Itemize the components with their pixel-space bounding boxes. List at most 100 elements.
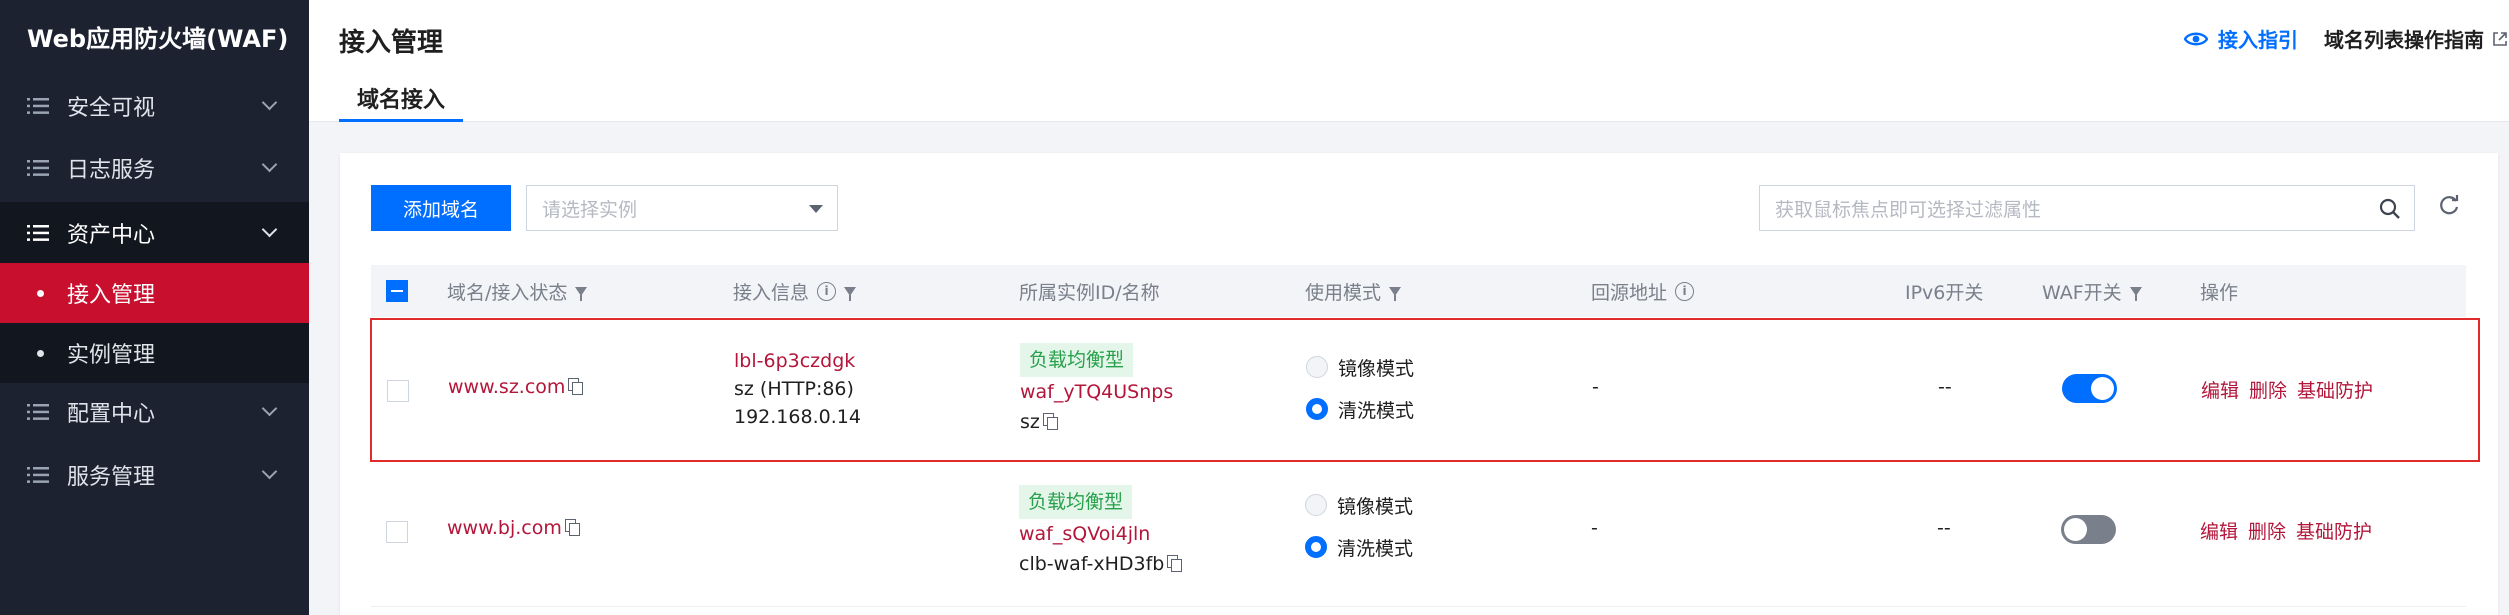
mode-radio-clean[interactable]: 清洗模式 [1305, 533, 1413, 561]
chevron-down-icon [261, 156, 278, 173]
chevron-down-icon [261, 221, 278, 237]
nav-item-config-center[interactable]: 配置中心 [0, 392, 309, 432]
table-row: www.bj.com 负载均衡型 waf_sQVoi4jln clb-waf-x… [371, 467, 2466, 607]
row-checkbox[interactable] [387, 380, 409, 402]
delete-link[interactable]: 删除 [2249, 380, 2287, 402]
column-header-origin: 回源地址 i [1591, 265, 1695, 317]
column-header-actions: 操作 [2200, 265, 2238, 317]
column-label: 域名/接入状态 [447, 281, 568, 304]
access-guide-link[interactable]: 接入指引 [2184, 24, 2298, 53]
chevron-down-icon [261, 94, 278, 111]
bullet-icon [37, 349, 44, 357]
mode-radio-mirror[interactable]: 镜像模式 [1305, 491, 1413, 519]
list-icon [27, 467, 49, 483]
product-title: Web应用防火墙(WAF) [27, 24, 289, 53]
page-header: 接入管理 接入指引 域名列表操作指南 域名接入 [309, 0, 2509, 122]
radio-label: 镜像模式 [1338, 357, 1415, 380]
copy-icon[interactable] [1167, 555, 1183, 572]
nav-item-security-visual[interactable]: 安全可视 [0, 86, 309, 126]
radio-selected-icon [1306, 398, 1328, 420]
filter-icon[interactable] [2129, 286, 2142, 301]
copy-icon[interactable] [1042, 413, 1058, 430]
instance-select-placeholder: 请选择实例 [542, 198, 638, 221]
actions-cell: 编辑 删除 基础防护 [2201, 376, 2383, 403]
mode-radio-mirror[interactable]: 镜像模式 [1306, 353, 1414, 381]
access-id-link[interactable]: lbl-6p3czdgk [734, 347, 861, 375]
list-icon [27, 98, 49, 114]
eye-icon [2184, 32, 2208, 45]
search-icon[interactable] [2378, 197, 2402, 221]
select-all-checkbox[interactable] [386, 280, 408, 302]
access-guide-label: 接入指引 [2218, 28, 2298, 52]
instance-id-link[interactable]: waf_sQVoi4jln [1019, 519, 1182, 549]
nav-item-label: 配置中心 [67, 402, 156, 427]
basic-protection-link[interactable]: 基础防护 [2297, 380, 2373, 402]
nav-item-service-management[interactable]: 服务管理 [0, 455, 309, 495]
list-icon [27, 160, 49, 176]
radio-label: 清洗模式 [1338, 399, 1415, 422]
mode-cell: 镜像模式 清洗模式 [1305, 491, 1413, 561]
origin-address: - [1591, 517, 1598, 539]
domain-link[interactable]: www.sz.com [448, 376, 565, 398]
info-icon[interactable]: i [817, 281, 837, 301]
column-header-domain: 域名/接入状态 [447, 265, 588, 317]
radio-icon [1305, 494, 1327, 516]
instance-type-badge: 负载均衡型 [1020, 343, 1134, 377]
mode-radio-clean[interactable]: 清洗模式 [1306, 395, 1414, 423]
delete-link[interactable]: 删除 [2248, 521, 2286, 543]
instance-id-link[interactable]: waf_yTQ4USnps [1020, 377, 1173, 407]
edit-link[interactable]: 编辑 [2200, 521, 2238, 543]
nav-subitem-label: 实例管理 [67, 343, 156, 368]
radio-selected-icon [1305, 536, 1327, 558]
info-icon[interactable]: i [1675, 281, 1695, 301]
copy-icon[interactable] [568, 378, 584, 395]
filter-icon[interactable] [844, 286, 857, 301]
refresh-icon[interactable] [2438, 194, 2460, 216]
nav-item-asset-center[interactable]: 资产中心 [0, 202, 309, 263]
column-label: IPv6开关 [1905, 281, 1984, 304]
radio-label: 清洗模式 [1337, 537, 1414, 560]
copy-icon[interactable] [564, 519, 580, 536]
nav-subitem-instance-management[interactable]: 实例管理 [0, 323, 309, 383]
mode-cell: 镜像模式 清洗模式 [1306, 353, 1414, 423]
domain-list-guide-label: 域名列表操作指南 [2324, 28, 2484, 52]
access-info-cell: lbl-6p3czdgk sz (HTTP:86) 192.168.0.14 [734, 347, 861, 431]
basic-protection-link[interactable]: 基础防护 [2296, 521, 2372, 543]
tab-domain-access[interactable]: 域名接入 [339, 82, 464, 122]
instance-select[interactable]: 请选择实例 [526, 185, 838, 231]
access-ip: 192.168.0.14 [734, 406, 861, 428]
domain-list-guide-link[interactable]: 域名列表操作指南 [2324, 24, 2508, 53]
nav-item-label: 资产中心 [67, 222, 156, 248]
origin-address: - [1592, 376, 1599, 398]
column-label: 使用模式 [1305, 281, 1382, 304]
waf-toggle[interactable] [2062, 374, 2117, 403]
filter-icon[interactable] [575, 286, 588, 301]
column-header-access-info: 接入信息 i [733, 265, 857, 317]
add-domain-button[interactable]: 添加域名 [371, 185, 511, 231]
table-row: www.sz.com lbl-6p3czdgk sz (HTTP:86) 192… [370, 318, 2480, 462]
nav-subitem-access-management[interactable]: 接入管理 [0, 263, 309, 323]
page-title: 接入管理 [339, 28, 444, 58]
column-header-mode: 使用模式 [1305, 265, 1402, 317]
domain-list-card: 添加域名 请选择实例 获取鼠标焦点即可选择过滤属性 域名/接入状态 接入信息 i… [340, 153, 2498, 615]
instance-name: clb-waf-xHD3fb [1019, 553, 1165, 575]
external-link-icon [2493, 31, 2507, 46]
nav-subitem-label: 接入管理 [67, 283, 156, 308]
waf-toggle[interactable] [2061, 515, 2116, 544]
list-icon [27, 224, 49, 241]
radio-icon [1306, 356, 1328, 378]
domain-link[interactable]: www.bj.com [447, 517, 562, 539]
filter-icon[interactable] [1389, 286, 1402, 301]
instance-cell: 负载均衡型 waf_yTQ4USnps sz [1020, 343, 1173, 437]
ipv6-status: -- [1938, 376, 1952, 398]
filter-search-input[interactable]: 获取鼠标焦点即可选择过滤属性 [1759, 185, 2415, 231]
edit-link[interactable]: 编辑 [2201, 380, 2239, 402]
domain-cell: www.sz.com [448, 376, 584, 398]
instance-cell: 负载均衡型 waf_sQVoi4jln clb-waf-xHD3fb [1019, 485, 1183, 579]
column-label: 操作 [2200, 281, 2239, 304]
list-icon [27, 404, 49, 420]
nav-item-log-service[interactable]: 日志服务 [0, 148, 309, 188]
column-header-waf: WAF开关 [2042, 265, 2142, 317]
filter-search-placeholder: 获取鼠标焦点即可选择过滤属性 [1775, 198, 2042, 221]
row-checkbox[interactable] [386, 521, 408, 543]
